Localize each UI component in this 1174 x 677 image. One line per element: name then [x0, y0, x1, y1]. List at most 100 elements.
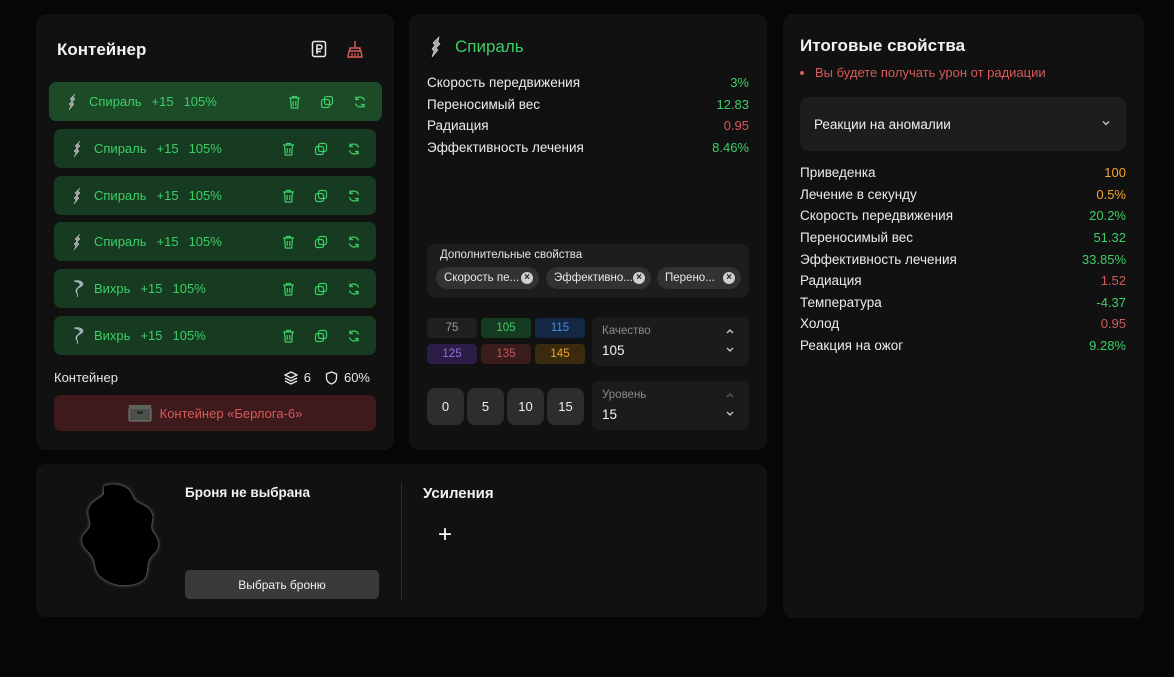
property-label: Температура: [800, 294, 882, 310]
slot-name: Спираль: [94, 188, 147, 203]
chevron-up-icon[interactable]: [725, 390, 735, 400]
quality-option-button[interactable]: 105: [481, 318, 531, 338]
property-value: 12.83: [716, 96, 749, 112]
quality-option-button[interactable]: 145: [535, 344, 585, 364]
extra-chip[interactable]: Перено... ×: [657, 267, 741, 289]
artifact-slot[interactable]: Вихрь +15 105%: [54, 269, 376, 308]
quality-value: 105: [602, 343, 625, 358]
ruble-price-icon[interactable]: [309, 39, 329, 59]
property-row: Скорость передвижения 3%: [427, 72, 749, 94]
slot-name: Вихрь: [94, 328, 131, 343]
copy-icon[interactable]: [313, 328, 329, 344]
property-value: 1.52: [1100, 273, 1126, 289]
artifact-name: Спираль: [455, 37, 524, 56]
spiral-artifact-icon: [431, 36, 441, 58]
close-icon[interactable]: ×: [633, 272, 645, 284]
property-row: Реакция на ожог 9.28%: [800, 335, 1126, 357]
level-option-button[interactable]: 5: [467, 388, 504, 425]
level-option-button[interactable]: 0: [427, 388, 464, 425]
close-icon[interactable]: ×: [521, 272, 533, 284]
artifact-slot[interactable]: Спираль +15 105%: [54, 176, 376, 215]
boosts-title: Усиления: [423, 485, 494, 502]
slot-percent: 105%: [188, 234, 222, 249]
property-label: Лечение в секунду: [800, 186, 917, 202]
slot-name: Спираль: [94, 234, 147, 249]
chevron-down-icon[interactable]: [725, 409, 735, 419]
copy-icon[interactable]: [313, 281, 329, 297]
slot-bonus: +15: [151, 94, 174, 109]
container-select-label: Контейнер «Берлога-6»: [159, 405, 303, 421]
extra-chip[interactable]: Эффективно... ×: [546, 267, 651, 289]
trash-icon[interactable]: [280, 328, 296, 344]
property-label: Эффективность лечения: [800, 251, 957, 267]
clear-broom-icon[interactable]: [345, 39, 365, 59]
whirl-artifact-icon: [67, 279, 89, 299]
property-label: Радиация: [427, 118, 489, 134]
slot-bonus: +15: [140, 281, 163, 296]
spiral-artifact-icon: [67, 233, 89, 251]
armor-silhouette-icon: [81, 484, 159, 586]
refresh-icon[interactable]: [346, 188, 362, 204]
property-row: Переносимый вес 12.83: [427, 94, 749, 116]
select-armor-button[interactable]: Выбрать броню: [185, 570, 379, 599]
trash-icon[interactable]: [286, 94, 302, 110]
extra-chip[interactable]: Скорость пе... ×: [436, 267, 539, 289]
armor-panel: Броня не выбрана Выбрать броню Усиления …: [36, 464, 767, 617]
chip-label: Перено...: [665, 272, 715, 284]
slot-percent: 105%: [188, 188, 222, 203]
property-row: Радиация 1.52: [800, 270, 1126, 292]
copy-icon[interactable]: [313, 234, 329, 250]
copy-icon[interactable]: [313, 141, 329, 157]
refresh-icon[interactable]: [346, 234, 362, 250]
property-row: Скорость передвижения 20.2%: [800, 205, 1126, 227]
anomaly-reactions-label: Реакции на аномалии: [814, 116, 951, 132]
layers-icon: [283, 370, 298, 385]
refresh-icon[interactable]: [352, 94, 368, 110]
copy-icon[interactable]: [313, 188, 329, 204]
trash-icon[interactable]: [280, 234, 296, 250]
trash-icon[interactable]: [280, 281, 296, 297]
property-label: Реакция на ожог: [800, 338, 904, 354]
container-protection: 60%: [343, 370, 370, 385]
artifact-slot[interactable]: Спираль +15 105%: [54, 222, 376, 261]
chip-label: Эффективно...: [554, 272, 633, 284]
artifact-slot[interactable]: Вихрь +15 105%: [54, 316, 376, 355]
slot-percent: 105%: [172, 281, 206, 296]
container-panel: Контейнер Спираль +15 105% Спираль +15 105% Сп…: [36, 14, 394, 450]
level-option-button[interactable]: 15: [547, 388, 584, 425]
level-option-button[interactable]: 10: [507, 388, 544, 425]
artifact-panel: Спираль Скорость передвижения 3% Переносим…: [409, 14, 767, 450]
copy-icon[interactable]: [319, 94, 335, 110]
level-select[interactable]: Уровень 15: [592, 381, 749, 430]
property-value: 3%: [730, 75, 749, 91]
container-select-button[interactable]: Контейнер «Берлога-6»: [54, 395, 376, 431]
quality-select[interactable]: Качество 105: [592, 317, 749, 366]
quality-option-button[interactable]: 125: [427, 344, 477, 364]
spiral-artifact-icon: [62, 93, 84, 111]
quality-option-button[interactable]: 75: [427, 318, 477, 338]
quality-option-button[interactable]: 135: [481, 344, 531, 364]
property-value: 33.85%: [1081, 251, 1126, 267]
slot-percent: 105%: [183, 94, 217, 109]
property-label: Скорость передвижения: [427, 75, 581, 91]
add-boost-button[interactable]: +: [435, 521, 455, 549]
trash-icon[interactable]: [280, 188, 296, 204]
refresh-icon[interactable]: [346, 328, 362, 344]
artifact-slot[interactable]: Спираль +15 105%: [49, 82, 382, 121]
artifact-slot[interactable]: Спираль +15 105%: [54, 129, 376, 168]
shield-icon: [325, 370, 338, 385]
close-icon[interactable]: ×: [723, 272, 735, 284]
slot-bonus: +15: [140, 328, 163, 343]
slot-name: Спираль: [89, 94, 142, 109]
trash-icon[interactable]: [280, 141, 296, 157]
refresh-icon[interactable]: [346, 141, 362, 157]
anomaly-reactions-dropdown[interactable]: Реакции на аномалии: [800, 97, 1126, 151]
property-label: Переносимый вес: [427, 96, 541, 112]
total-properties-panel: Итоговые свойства Вы будете получать уро…: [783, 14, 1144, 618]
chevron-down-icon[interactable]: [725, 345, 735, 355]
property-value: 0.95: [723, 118, 749, 134]
chevron-up-icon[interactable]: [725, 326, 735, 336]
bullet-icon: [800, 70, 804, 75]
quality-option-button[interactable]: 115: [535, 318, 585, 338]
refresh-icon[interactable]: [346, 281, 362, 297]
